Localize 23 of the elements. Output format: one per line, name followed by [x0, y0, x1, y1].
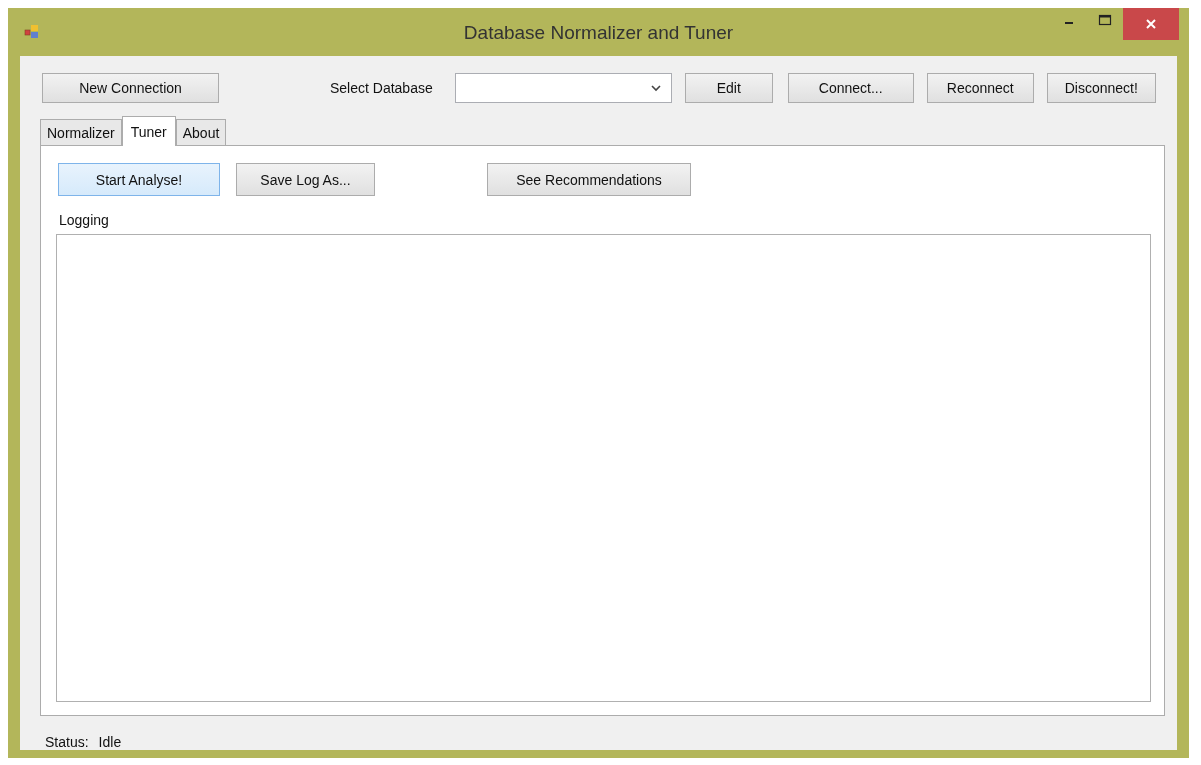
- tab[interactable]: Normalizer: [40, 119, 122, 145]
- action-button[interactable]: See Recommendations: [487, 163, 691, 196]
- action-button[interactable]: Start Analyse!: [58, 163, 220, 196]
- new-connection-button[interactable]: New Connection: [42, 73, 219, 103]
- app-icon: [24, 24, 40, 40]
- status-label: Status:: [45, 734, 89, 750]
- logging-label: Logging: [59, 212, 110, 228]
- toolbar-button[interactable]: Edit: [684, 73, 773, 103]
- minimize-icon: [1065, 22, 1073, 24]
- close-icon: [1145, 18, 1157, 30]
- status-value: Idle: [98, 734, 122, 750]
- window-title: Database Normalizer and Tuner: [463, 22, 734, 44]
- select-database-label: Select Database: [330, 80, 433, 96]
- tab[interactable]: Tuner: [121, 116, 176, 146]
- toolbar-button[interactable]: Disconnect!: [1046, 73, 1156, 103]
- maximize-icon: [1098, 14, 1112, 26]
- database-dropdown[interactable]: [454, 73, 672, 103]
- action-button[interactable]: Save Log As...: [236, 163, 375, 196]
- chevron-down-icon: [650, 84, 661, 92]
- close-button[interactable]: [1123, 8, 1179, 40]
- toolbar-button[interactable]: Connect...: [787, 73, 914, 103]
- tab[interactable]: About: [175, 119, 227, 145]
- toolbar-button[interactable]: Reconnect: [926, 73, 1034, 103]
